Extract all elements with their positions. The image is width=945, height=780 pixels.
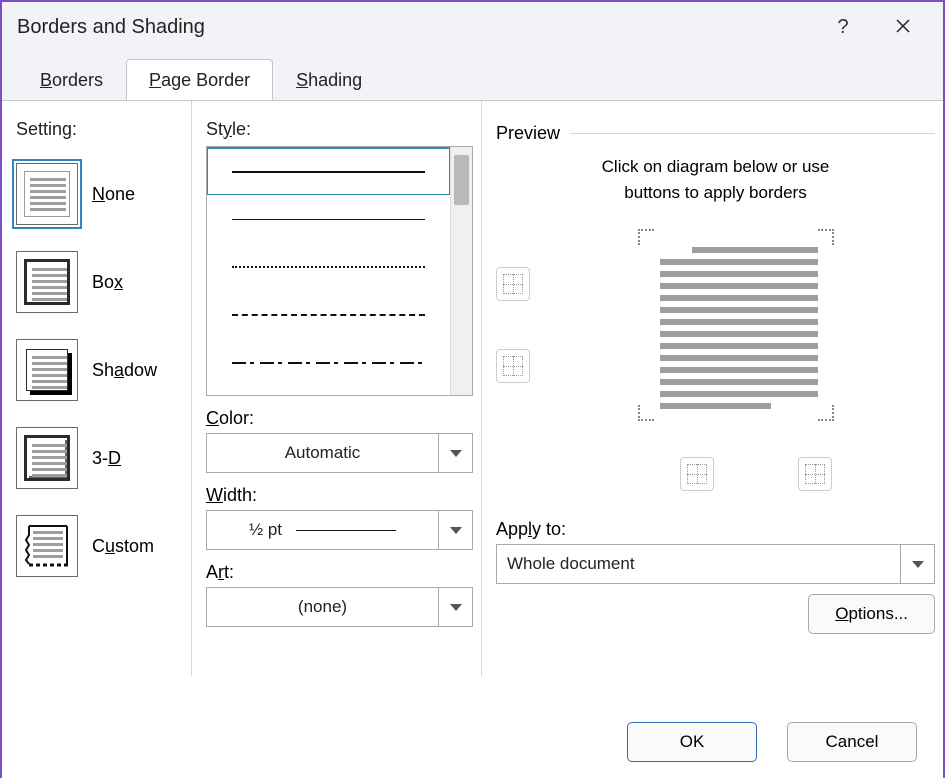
- preview-column: Preview Click on diagram below or usebut…: [482, 101, 943, 676]
- grid-icon: [503, 274, 523, 294]
- chevron-down-icon: [450, 527, 462, 534]
- width-chevron[interactable]: [439, 510, 473, 550]
- color-label: Color:: [206, 408, 473, 429]
- grid-icon: [687, 464, 707, 484]
- ok-button[interactable]: OK: [627, 722, 757, 762]
- setting-item-3d[interactable]: 3-D: [16, 414, 183, 502]
- width-dropdown[interactable]: ½ pt: [206, 510, 473, 550]
- color-dropdown[interactable]: Automatic: [206, 433, 473, 473]
- width-label: Width:: [206, 485, 473, 506]
- style-item-thin[interactable]: [207, 195, 450, 243]
- borders-and-shading-dialog: Borders and Shading ? Borders Page Borde…: [0, 0, 945, 778]
- scrollbar-thumb[interactable]: [454, 155, 469, 205]
- color-chevron[interactable]: [439, 433, 473, 473]
- border-right-button[interactable]: [798, 457, 832, 491]
- setting-item-none[interactable]: None: [16, 150, 183, 238]
- apply-to-chevron[interactable]: [901, 544, 935, 584]
- setting-shadow-label: Shadow: [92, 360, 157, 381]
- apply-to-label: Apply to:: [496, 519, 935, 540]
- art-value: (none): [298, 597, 347, 617]
- width-value: ½ pt: [249, 520, 282, 540]
- style-item-solid[interactable]: [207, 147, 450, 195]
- setting-item-custom[interactable]: Custom: [16, 502, 183, 590]
- close-button[interactable]: [878, 7, 928, 47]
- dialog-title: Borders and Shading: [17, 16, 205, 39]
- setting-box-icon: [16, 251, 78, 313]
- grid-icon: [805, 464, 825, 484]
- grid-icon: [503, 356, 523, 376]
- tab-borders[interactable]: Borders: [17, 59, 126, 101]
- style-scrollbar[interactable]: [450, 147, 472, 395]
- style-label: Style:: [206, 119, 473, 140]
- dialog-body: Setting: None Box: [2, 100, 943, 780]
- setting-none-label: None: [92, 184, 135, 205]
- setting-none-icon: [16, 163, 78, 225]
- setting-shadow-icon: [16, 339, 78, 401]
- border-top-button[interactable]: [496, 267, 530, 301]
- options-button[interactable]: Options...: [808, 594, 935, 634]
- style-item-dots[interactable]: [207, 243, 450, 291]
- ok-label: OK: [680, 732, 705, 752]
- setting-custom-label: Custom: [92, 536, 154, 557]
- cancel-label: Cancel: [826, 732, 879, 752]
- setting-label: Setting:: [16, 119, 183, 140]
- setting-3d-icon: [16, 427, 78, 489]
- chevron-down-icon: [912, 561, 924, 568]
- tab-label: Page Border: [149, 70, 250, 91]
- setting-column: Setting: None Box: [2, 101, 192, 676]
- border-left-button[interactable]: [680, 457, 714, 491]
- options-label: Options...: [835, 604, 908, 624]
- style-item-dashdot[interactable]: [207, 339, 450, 387]
- tab-label: Shading: [296, 70, 362, 91]
- apply-to-value: Whole document: [507, 554, 635, 574]
- color-value: Automatic: [285, 443, 361, 463]
- border-bottom-button[interactable]: [496, 349, 530, 383]
- style-column: Style: Color: Automatic Wid: [192, 101, 482, 676]
- style-list[interactable]: [206, 146, 473, 396]
- art-label: Art:: [206, 562, 473, 583]
- art-chevron[interactable]: [439, 587, 473, 627]
- help-button[interactable]: ?: [818, 7, 868, 47]
- dialog-footer: OK Cancel: [627, 722, 917, 762]
- cancel-button[interactable]: Cancel: [787, 722, 917, 762]
- tab-page-border[interactable]: Page Border: [126, 59, 273, 101]
- setting-3d-label: 3-D: [92, 448, 121, 469]
- setting-custom-icon: [16, 515, 78, 577]
- tabbar: Borders Page Border Shading: [2, 52, 943, 100]
- preview-hint: Click on diagram below or usebuttons to …: [496, 154, 935, 205]
- apply-to-dropdown[interactable]: Whole document: [496, 544, 935, 584]
- chevron-down-icon: [450, 604, 462, 611]
- setting-item-box[interactable]: Box: [16, 238, 183, 326]
- chevron-down-icon: [450, 450, 462, 457]
- style-item-dash[interactable]: [207, 291, 450, 339]
- preview-page[interactable]: [620, 211, 852, 439]
- setting-box-label: Box: [92, 272, 123, 293]
- preview-label: Preview: [496, 123, 560, 144]
- tab-shading[interactable]: Shading: [273, 59, 385, 101]
- titlebar: Borders and Shading ?: [2, 2, 943, 52]
- art-dropdown[interactable]: (none): [206, 587, 473, 627]
- close-icon: [895, 14, 911, 40]
- tab-label: Borders: [40, 70, 103, 91]
- setting-item-shadow[interactable]: Shadow: [16, 326, 183, 414]
- help-icon: ?: [837, 16, 848, 39]
